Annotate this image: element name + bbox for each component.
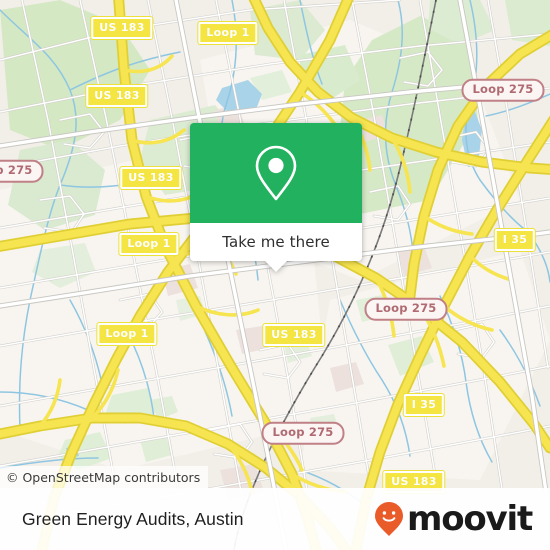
place-popup-card[interactable]: Take me there bbox=[190, 123, 362, 272]
take-me-there-label: Take me there bbox=[222, 233, 330, 251]
road-shield-loop275-topr: Loop 275 bbox=[461, 78, 545, 102]
moovit-wordmark: moovit bbox=[406, 499, 533, 539]
road-shield-us183-ctr: US 183 bbox=[263, 324, 325, 346]
moovit-logo[interactable]: moovit bbox=[374, 499, 533, 539]
popup-tail-pointer bbox=[265, 261, 287, 272]
popup-card-image bbox=[190, 123, 362, 223]
osm-attribution-text: © OpenStreetMap contributors bbox=[6, 469, 201, 485]
road-shield-loop275-left: Loop 275 bbox=[0, 159, 44, 183]
road-shield-loop1-low: Loop 1 bbox=[97, 323, 157, 345]
road-shield-i35-low: I 35 bbox=[403, 394, 445, 416]
road-shield-us183-upper: US 183 bbox=[86, 85, 148, 107]
osm-attribution[interactable]: © OpenStreetMap contributors bbox=[0, 466, 209, 488]
road-shield-us183-top: US 183 bbox=[91, 17, 153, 39]
road-shield-loop1-top: Loop 1 bbox=[198, 22, 258, 44]
location-pin-icon bbox=[255, 145, 297, 201]
footer-bar: Green Energy Audits, Austin moovit bbox=[0, 488, 550, 550]
road-shield-us183-mid: US 183 bbox=[120, 167, 182, 189]
popup-card-action[interactable]: Take me there bbox=[190, 223, 362, 272]
road-shield-loop1-mid: Loop 1 bbox=[119, 233, 179, 255]
moovit-smiley-pin-icon bbox=[374, 502, 403, 536]
road-shield-loop275-low: Loop 275 bbox=[261, 421, 345, 445]
map-share-card: US 183 Loop 1 Loop 275 US 183 Loop 275 US 183… bbox=[0, 0, 550, 550]
place-title: Green Energy Audits, Austin bbox=[22, 508, 244, 529]
road-shield-i35-right: I 35 bbox=[494, 229, 536, 251]
road-shield-loop275-ctr: Loop 275 bbox=[364, 297, 448, 321]
